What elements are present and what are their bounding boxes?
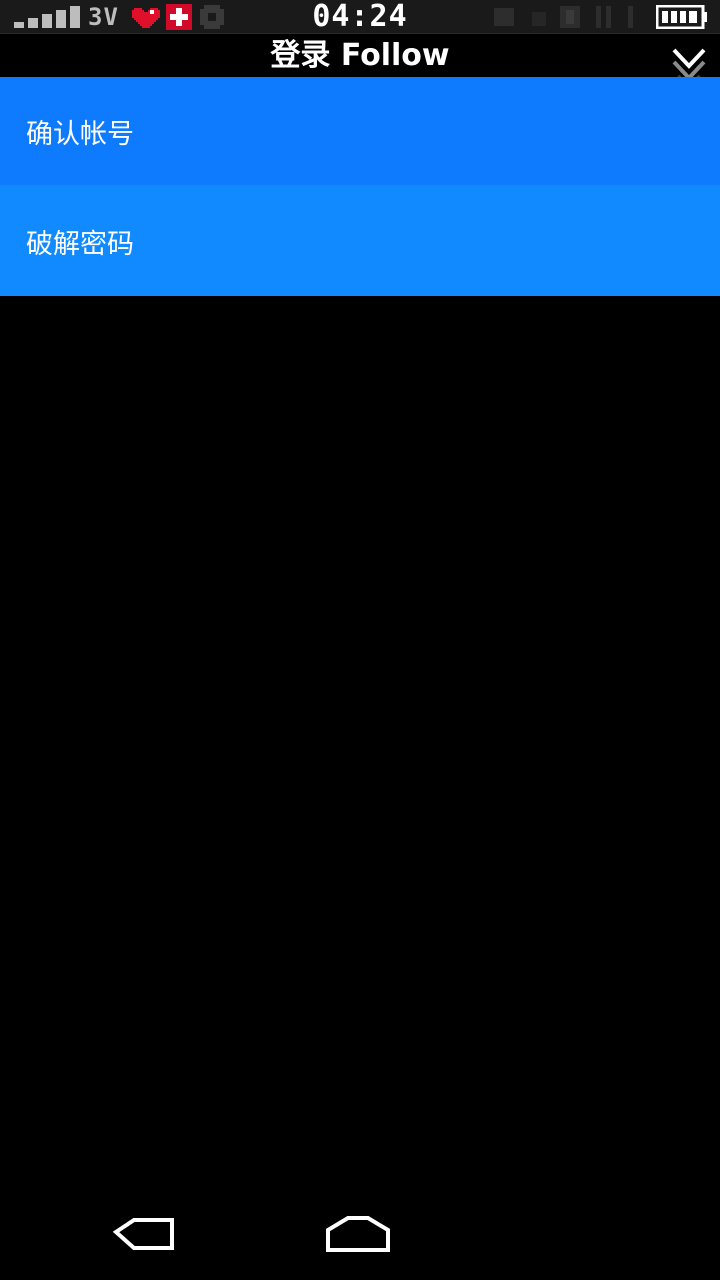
menu-item-label: 确认帐号 [26,118,134,150]
signal-icon [14,6,80,28]
page-title: 登录 Follow [270,38,450,73]
network-type-label: 3V [88,3,119,31]
misc-icon [200,5,224,29]
faded-status-icons [494,6,633,28]
menu-item-crack-password[interactable]: 破解密码 [0,186,720,296]
battery-icon [656,5,707,29]
status-bar: 3V 04:24 [0,0,720,34]
menu-list: 确认帐号 破解密码 [0,77,720,296]
title-bar: 登录 Follow [0,34,720,91]
medkit-icon [166,4,192,30]
menu-item-label: 破解密码 [26,228,134,260]
heart-icon [132,8,160,28]
menu-item-confirm-account[interactable]: 确认帐号 [0,77,720,186]
back-icon[interactable] [108,1214,178,1254]
clock: 04:24 [312,0,408,34]
home-icon[interactable] [324,1212,392,1254]
navigation-bar [0,1190,720,1280]
